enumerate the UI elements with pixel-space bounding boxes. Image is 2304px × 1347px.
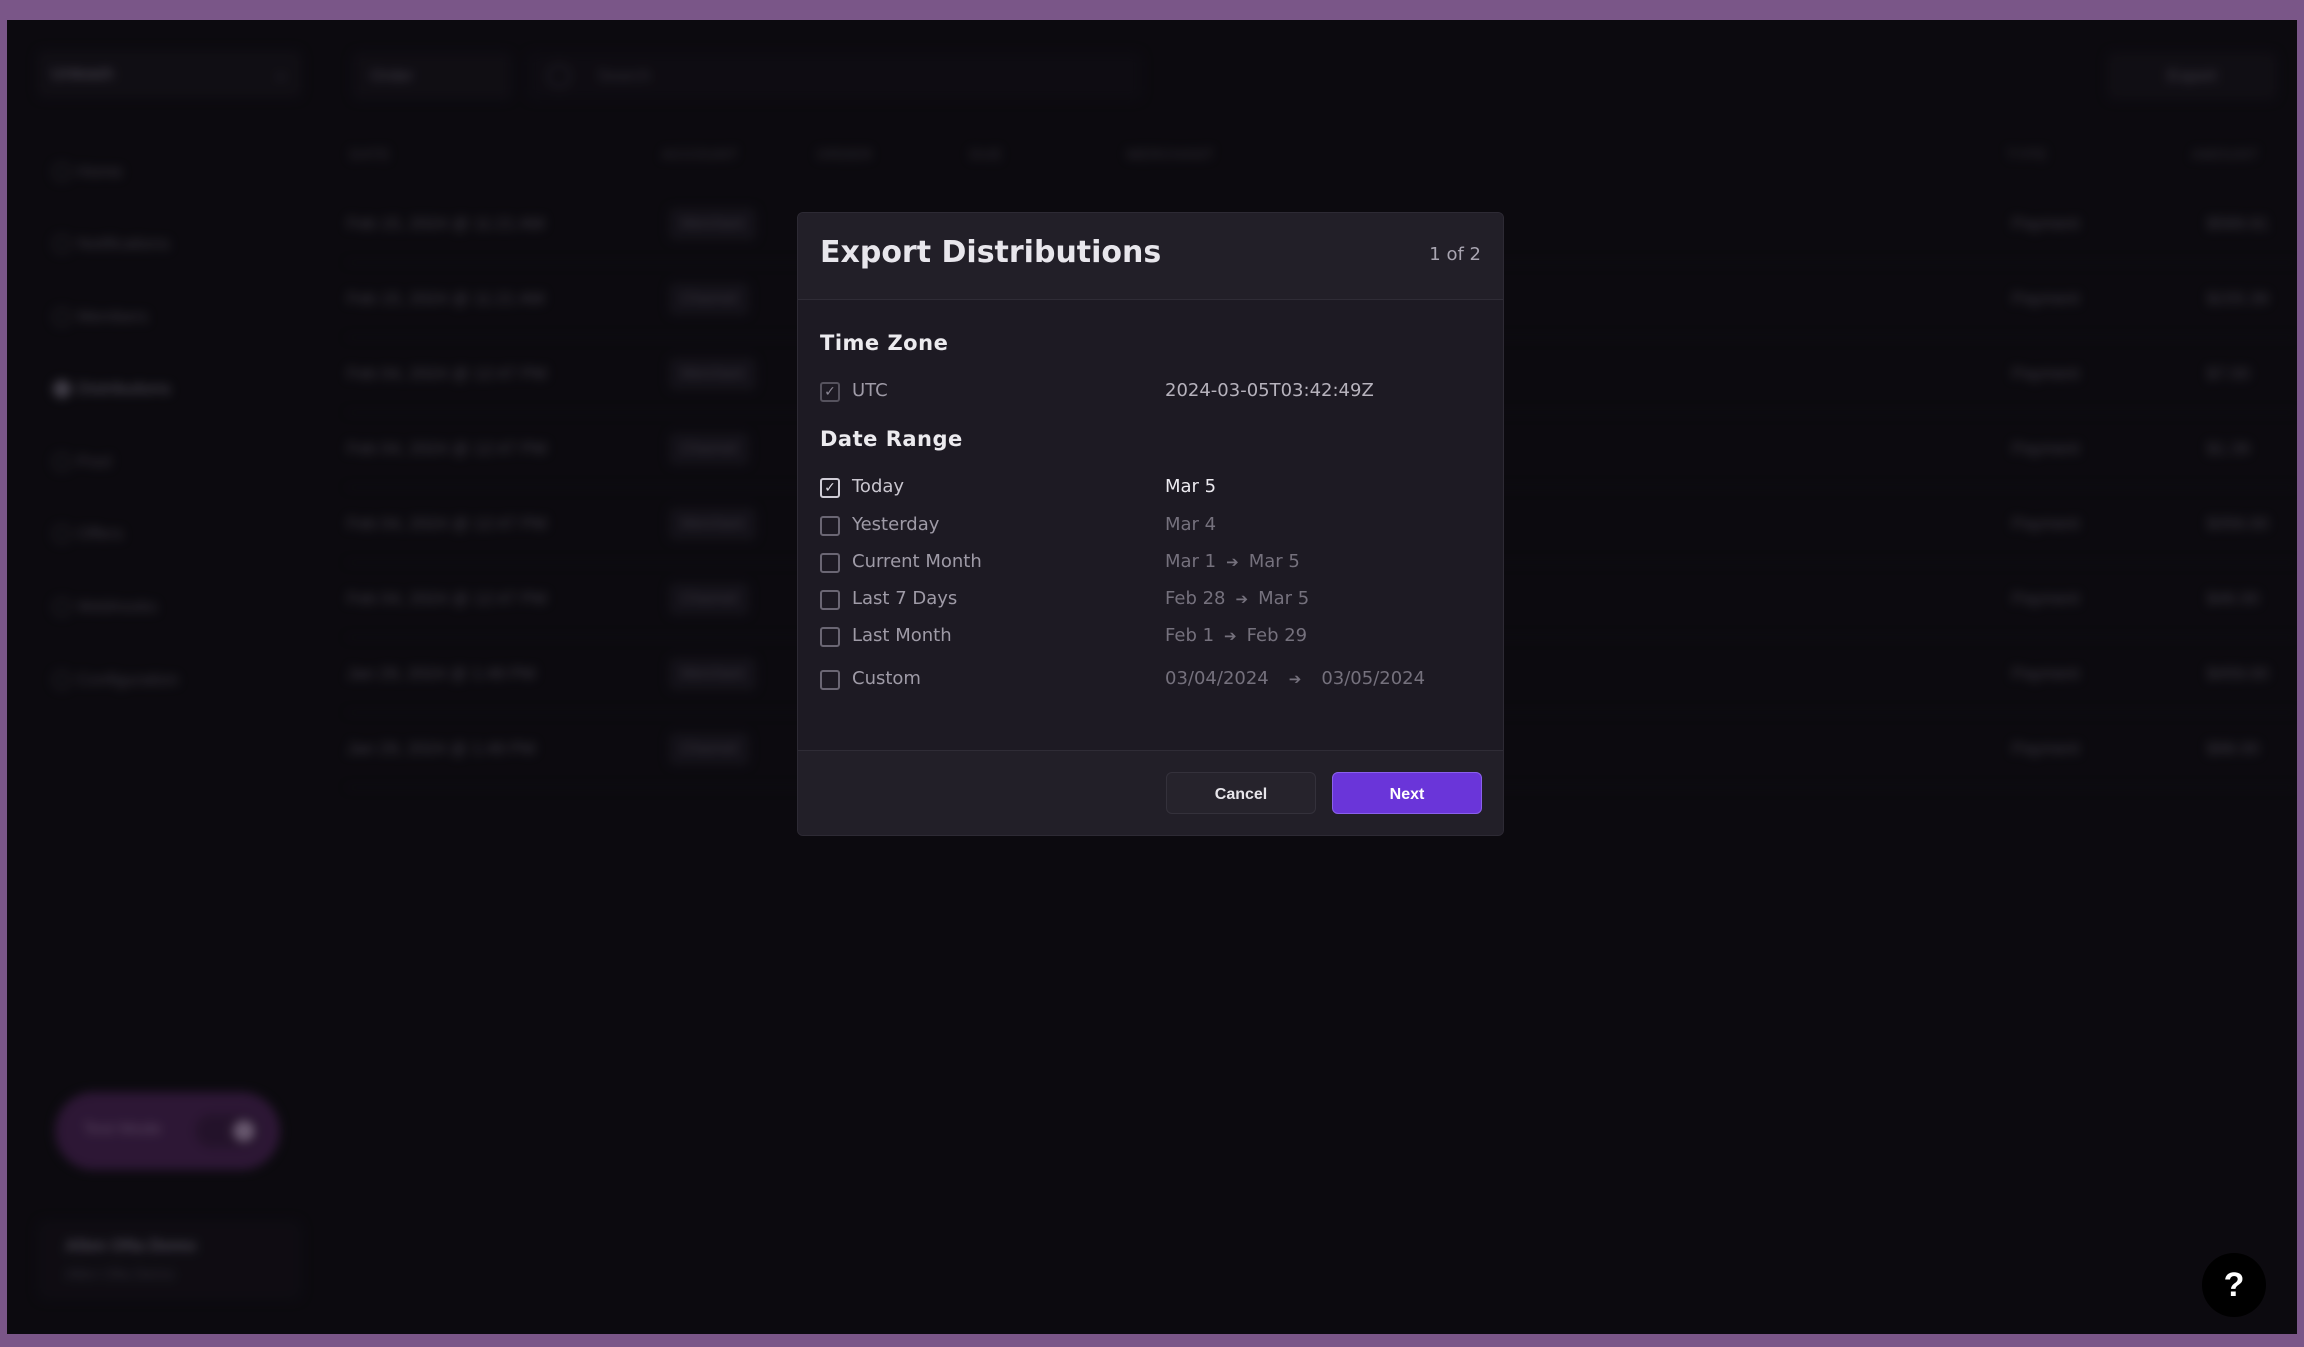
option-last-month[interactable]: Last Month Feb 1 ➔ Feb 29 xyxy=(820,624,1480,654)
arrow-right-icon: ➔ xyxy=(1226,553,1239,571)
custom-checkbox[interactable] xyxy=(820,670,840,690)
range-end: Feb 29 xyxy=(1246,625,1308,646)
last-7-days-checkbox[interactable] xyxy=(820,590,840,610)
today-range: Mar 5 xyxy=(1165,476,1216,497)
yesterday-label: Yesterday xyxy=(852,514,940,535)
option-today[interactable]: ✓ Today Mar 5 xyxy=(820,475,1480,505)
help-button[interactable]: ? xyxy=(2202,1253,2266,1317)
utc-timestamp: 2024-03-05T03:42:49Z xyxy=(1165,380,1374,401)
date-range-heading: Date Range xyxy=(820,427,963,451)
current-month-checkbox[interactable] xyxy=(820,553,840,573)
yesterday-date: Mar 4 xyxy=(1165,514,1217,535)
arrow-right-icon: ➔ xyxy=(1224,627,1237,645)
dialog-footer: Cancel Next xyxy=(798,750,1503,835)
current-month-range: Mar 1 ➔ Mar 5 xyxy=(1165,551,1300,572)
custom-start-date-input[interactable]: 03/04/2024 xyxy=(1165,668,1269,689)
arrow-right-icon: ➔ xyxy=(1288,670,1302,688)
yesterday-range: Mar 4 xyxy=(1165,514,1216,535)
last-7-days-range: Feb 28 ➔ Mar 5 xyxy=(1165,588,1309,609)
utc-checkbox[interactable]: ✓ xyxy=(820,382,840,402)
utc-label: UTC xyxy=(852,380,888,401)
export-distributions-dialog: Export Distributions 1 of 2 Time Zone ✓ … xyxy=(797,212,1504,836)
option-yesterday[interactable]: Yesterday Mar 4 xyxy=(820,513,1480,543)
custom-end-date-input[interactable]: 03/05/2024 xyxy=(1321,668,1425,689)
last-month-checkbox[interactable] xyxy=(820,627,840,647)
last-month-range: Feb 1 ➔ Feb 29 xyxy=(1165,625,1307,646)
option-custom[interactable]: Custom 03/04/2024 ➔ 03/05/2024 xyxy=(820,667,1480,697)
arrow-right-icon: ➔ xyxy=(1235,590,1249,608)
today-checkbox[interactable]: ✓ xyxy=(820,478,840,498)
dialog-title: Export Distributions xyxy=(820,235,1162,270)
custom-label: Custom xyxy=(852,668,921,689)
step-indicator: 1 of 2 xyxy=(1429,244,1481,265)
range-end: Mar 5 xyxy=(1248,551,1300,572)
option-current-month[interactable]: Current Month Mar 1 ➔ Mar 5 xyxy=(820,550,1480,580)
last-7-days-label: Last 7 Days xyxy=(852,588,958,609)
option-utc[interactable]: ✓ UTC 2024-03-05T03:42:49Z xyxy=(820,379,1480,409)
last-month-label: Last Month xyxy=(852,625,952,646)
yesterday-checkbox[interactable] xyxy=(820,516,840,536)
range-end: Mar 5 xyxy=(1258,588,1310,609)
dialog-header: Export Distributions 1 of 2 xyxy=(798,213,1503,300)
cancel-button[interactable]: Cancel xyxy=(1166,772,1316,814)
time-zone-heading: Time Zone xyxy=(820,331,949,355)
range-start: Mar 1 xyxy=(1165,551,1217,572)
custom-range: 03/04/2024 ➔ 03/05/2024 xyxy=(1165,668,1425,689)
range-start: Feb 28 xyxy=(1165,588,1226,609)
current-month-label: Current Month xyxy=(852,551,982,572)
today-date: Mar 5 xyxy=(1165,476,1217,497)
next-button[interactable]: Next xyxy=(1332,772,1482,814)
range-start: Feb 1 xyxy=(1165,625,1215,646)
option-last-7-days[interactable]: Last 7 Days Feb 28 ➔ Mar 5 xyxy=(820,587,1480,617)
today-label: Today xyxy=(852,476,905,497)
